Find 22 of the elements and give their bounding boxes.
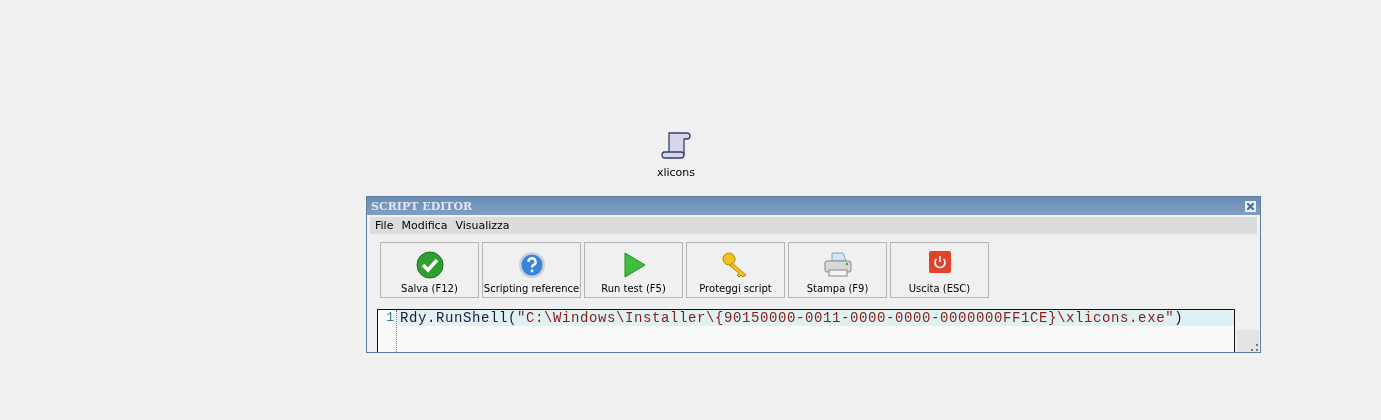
resize-grip[interactable] <box>1237 330 1259 352</box>
close-button[interactable] <box>1245 200 1256 212</box>
help-icon <box>517 251 546 279</box>
toolbar-button[interactable]: Run test (F5) <box>584 242 683 298</box>
toolbar-button[interactable]: Scripting reference <box>482 242 581 298</box>
line-number: 1 <box>386 310 394 326</box>
window-title: SCRIPT EDITOR <box>371 199 473 213</box>
scroll-icon[interactable] <box>659 130 693 162</box>
close-icon <box>1247 202 1254 210</box>
menu-item[interactable]: Modifica <box>401 219 448 232</box>
printer-icon <box>822 251 853 279</box>
grip-icon <box>1251 344 1259 352</box>
menu-item[interactable]: Visualizza <box>455 219 510 232</box>
toolbar-button[interactable]: Uscita (ESC) <box>890 242 989 298</box>
checkmark-icon <box>415 251 444 279</box>
toolbar-button[interactable]: Stampa (F9) <box>788 242 887 298</box>
power-icon <box>928 251 951 273</box>
icon-label: xlicons <box>656 166 696 179</box>
toolbar-button[interactable]: Salva (F12) <box>380 242 479 298</box>
toolbar-button[interactable]: Proteggi script <box>686 242 785 298</box>
code-editor[interactable]: 1 Rdy.RunShell("C:\Windows\Installer\{90150000-0011-0000-0000-0000000FF1CE}\xlicons.exe") <box>377 309 1235 352</box>
menu-item[interactable]: File <box>375 219 394 232</box>
